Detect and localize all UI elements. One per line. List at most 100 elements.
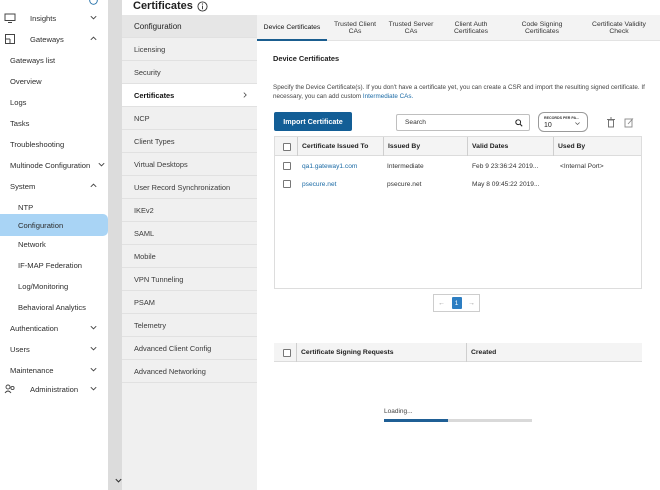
cell-issued-to[interactable]: psecure.net <box>302 175 336 193</box>
submenu-item-advanced-client-config[interactable]: Advanced Client Config <box>122 337 257 360</box>
chevron-down-icon <box>90 15 97 20</box>
submenu-item-ncp[interactable]: NCP <box>122 107 257 130</box>
description-text: Specify the Device Certificate(s). If yo… <box>273 84 645 100</box>
select-all-checkbox[interactable] <box>283 143 291 151</box>
row-checkbox[interactable] <box>283 180 291 188</box>
submenu-item-client-types[interactable]: Client Types <box>122 130 257 153</box>
nav-item-if-map-federation[interactable]: IF-MAP Federation <box>0 254 108 276</box>
tab-trusted-server-cas[interactable]: Trusted Server CAs <box>383 15 439 41</box>
intermediate-cas-link[interactable]: Intermediate CAs. <box>363 93 413 100</box>
submenu-item-virtual-desktops[interactable]: Virtual Desktops <box>122 153 257 176</box>
nav-label: Logs <box>10 97 27 107</box>
nav-label: Log/Monitoring <box>18 281 69 291</box>
pagination: ← 1 → <box>433 294 480 312</box>
chevron-down-icon <box>90 386 97 391</box>
nav-item-insights[interactable]: Insights <box>0 7 108 29</box>
nav-item-network[interactable]: Network <box>0 233 108 255</box>
submenu-item-licensing[interactable]: Licensing <box>122 38 257 61</box>
nav-item-logs[interactable]: Logs <box>0 91 108 113</box>
submenu-item-advanced-networking[interactable]: Advanced Networking <box>122 360 257 383</box>
submenu-item-vpn-tunneling[interactable]: VPN Tunneling <box>122 268 257 291</box>
submenu-item-user-record-sync[interactable]: User Record Synchronization <box>122 176 257 199</box>
admin-icon <box>4 384 15 394</box>
submenu-item-saml[interactable]: SAML <box>122 222 257 245</box>
nav-item-behavioral-analytics[interactable]: Behavioral Analytics <box>0 296 108 318</box>
submenu-item-mobile[interactable]: Mobile <box>122 245 257 268</box>
row-checkbox[interactable] <box>283 162 291 170</box>
nav-label: Behavioral Analytics <box>18 302 86 312</box>
nav-item-tasks[interactable]: Tasks <box>0 112 108 134</box>
submenu-item-security[interactable]: Security <box>122 61 257 84</box>
nav-item-gateways[interactable]: Gateways <box>0 28 108 50</box>
nav-label: Users <box>10 344 30 354</box>
nav-label: Troubleshooting <box>10 139 65 149</box>
main-content: Device Certificates Trusted Client CAs T… <box>257 15 660 490</box>
nav-item-system[interactable]: System <box>0 175 108 197</box>
prev-page-button[interactable]: ← <box>434 295 449 311</box>
submenu-label: PSAM <box>134 297 155 307</box>
select-all-checkbox[interactable] <box>283 349 291 357</box>
nav-label: NTP <box>18 202 34 212</box>
left-navigation: Insights Gateways Gateways list Overview… <box>0 0 108 490</box>
nav-item-administration[interactable]: Administration <box>0 378 108 400</box>
tab-trusted-client-cas[interactable]: Trusted Client CAs <box>327 15 383 41</box>
page-title-text: Certificates <box>133 0 193 12</box>
cell-issued-by: psecure.net <box>387 180 422 188</box>
nav-item-gateways-list[interactable]: Gateways list <box>0 49 108 71</box>
scroll-gutter <box>108 0 122 490</box>
help-icon[interactable] <box>89 0 98 5</box>
configuration-submenu: Configuration Licensing Security Certifi… <box>122 15 257 490</box>
nav-item-log-monitoring[interactable]: Log/Monitoring <box>0 275 108 297</box>
submenu-item-ikev2[interactable]: IKEv2 <box>122 199 257 222</box>
column-csr[interactable]: Certificate Signing Requests <box>296 343 466 362</box>
column-valid-dates[interactable]: Valid Dates <box>467 137 553 156</box>
tab-device-certificates[interactable]: Device Certificates <box>257 15 327 41</box>
column-used-by[interactable]: Used By <box>553 137 641 156</box>
submenu-item-psam[interactable]: PSAM <box>122 291 257 314</box>
nav-item-authentication[interactable]: Authentication <box>0 317 108 339</box>
nav-label: IF-MAP Federation <box>18 260 83 270</box>
tab-certificate-validity-check[interactable]: Certificate Validity Check <box>583 15 655 41</box>
submenu-label: Certificates <box>134 90 175 100</box>
cell-issued-to[interactable]: qa1.gateway1.com <box>302 157 357 175</box>
csr-table: Certificate Signing Requests Created <box>274 341 642 362</box>
column-issued-to[interactable]: Certificate Issued To <box>297 137 383 156</box>
search-input[interactable]: Search <box>396 114 530 131</box>
edit-icon[interactable] <box>624 117 634 128</box>
info-icon[interactable] <box>197 0 208 12</box>
table-row[interactable]: qa1.gateway1.com Intermediate Feb 9 23:3… <box>275 157 641 175</box>
table-header: Certificate Issued To Issued By Valid Da… <box>275 137 641 156</box>
submenu-label: User Record Synchronization <box>134 182 231 192</box>
records-per-page-select[interactable]: RECORDS PER PA... 10 <box>538 112 588 132</box>
nav-item-overview[interactable]: Overview <box>0 70 108 92</box>
loading-text: Loading... <box>384 408 413 415</box>
nav-item-multinode-configuration[interactable]: Multinode Configuration <box>0 154 108 176</box>
next-page-button[interactable]: → <box>464 295 479 311</box>
section-title: Device Certificates <box>273 54 340 63</box>
nav-label: Authentication <box>10 323 59 333</box>
nav-label: Overview <box>10 76 42 86</box>
cell-issued-by: Intermediate <box>387 162 424 170</box>
delete-icon[interactable] <box>606 117 616 128</box>
submenu-label: IKEv2 <box>134 205 154 215</box>
nav-item-troubleshooting[interactable]: Troubleshooting <box>0 133 108 155</box>
nav-item-users[interactable]: Users <box>0 338 108 360</box>
column-issued-by[interactable]: Issued By <box>383 137 467 156</box>
chevron-up-icon <box>90 183 97 188</box>
nav-label: Multinode Configuration <box>10 160 91 170</box>
records-per-page-value: 10 <box>544 122 552 129</box>
submenu-item-certificates[interactable]: Certificates <box>122 84 257 107</box>
current-page[interactable]: 1 <box>449 295 464 311</box>
cell-valid-dates: May 8 09:45:22 2019... <box>472 180 540 188</box>
tab-client-auth-certificates[interactable]: Client Auth Certificates <box>439 15 503 41</box>
submenu-label: Advanced Networking <box>134 366 206 376</box>
nav-label: Gateways list <box>10 55 56 65</box>
nav-label: System <box>10 181 36 191</box>
tab-code-signing-certificates[interactable]: Code Signing Certificates <box>511 15 573 41</box>
import-certificate-button[interactable]: Import Certificate <box>274 112 352 131</box>
nav-label: Insights <box>30 13 57 23</box>
table-row[interactable]: psecure.net psecure.net May 8 09:45:22 2… <box>275 175 641 193</box>
submenu-item-telemetry[interactable]: Telemetry <box>122 314 257 337</box>
submenu-label: Client Types <box>134 136 175 146</box>
column-created[interactable]: Created <box>466 343 642 362</box>
